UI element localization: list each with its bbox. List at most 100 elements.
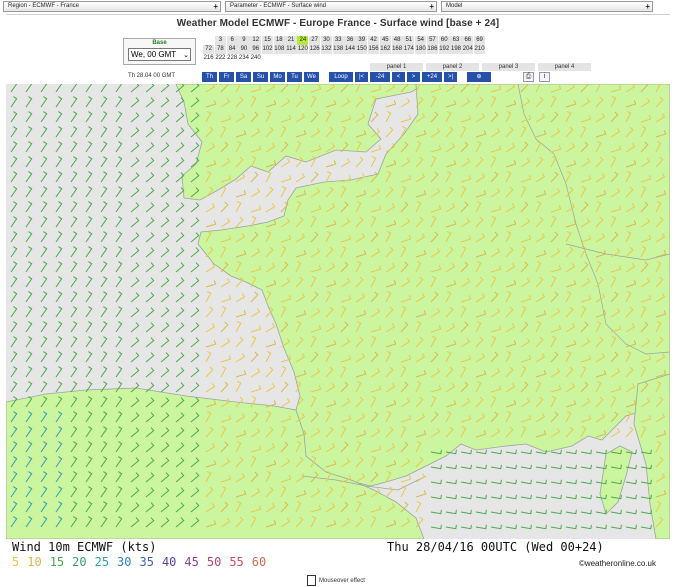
mouseover-toggle[interactable]: Mouseover effect (307, 575, 365, 586)
hour-cell[interactable]: 210 (473, 45, 486, 54)
info-icon[interactable]: i (539, 72, 550, 82)
hour-cell[interactable]: 150 (356, 45, 368, 54)
day-button-we[interactable]: We (304, 72, 319, 82)
hour-cell[interactable]: 78 (214, 45, 226, 54)
speed-scale-value: 5 (12, 555, 20, 569)
hour-cell[interactable]: 27 (309, 36, 321, 45)
hour-cell[interactable]: 66 (462, 36, 474, 45)
hour-cell[interactable]: 42 (367, 36, 380, 45)
mouseover-checkbox[interactable] (307, 575, 316, 586)
hour-cell[interactable]: 69 (473, 36, 486, 45)
hour-cell[interactable]: 39 (356, 36, 368, 45)
hour-cell[interactable]: 240 (250, 54, 261, 63)
speed-scale-value: 50 (206, 555, 222, 569)
hour-cell[interactable]: 9 (238, 36, 250, 45)
day-button-th[interactable]: Th (202, 72, 217, 82)
day-button-fr[interactable]: Fr (219, 72, 234, 82)
first-button[interactable]: |< (355, 72, 368, 82)
hour-cell[interactable]: 120 (297, 45, 309, 54)
hour-row: 72 78 84 90 96 102 108 114 120 126 132 138 144 150 156… (203, 45, 559, 54)
hour-cell[interactable]: 36 (344, 36, 356, 45)
model-header-panel: Weather Model ECMWF - Europe France - Su… (6, 14, 670, 84)
legend-title: Wind 10m ECMWF (kts) (12, 540, 157, 554)
hour-cell[interactable]: 216 (203, 54, 214, 63)
speed-scale-value: 10 (27, 555, 42, 569)
speed-scale-value: 35 (139, 555, 154, 569)
hour-cell[interactable]: 6 (226, 36, 238, 45)
hour-cell[interactable]: 3 (214, 36, 226, 45)
speed-scale-value: 25 (94, 555, 110, 569)
parameter-dropdown-label: Parameter - ECMWF - Surface wind (230, 3, 327, 9)
hour-cell[interactable]: 156 (367, 45, 380, 54)
hour-cell-empty (203, 36, 214, 45)
day-button-su[interactable]: Su (253, 72, 268, 82)
model-dropdown-label: Model (446, 3, 463, 9)
panel-2-button[interactable]: panel 2 (426, 63, 479, 71)
region-dropdown[interactable]: Region - ECMWF - France + (3, 1, 221, 12)
speed-scale-value: 60 (251, 555, 267, 569)
hour-cell[interactable]: 234 (238, 54, 249, 63)
hour-cell[interactable]: 90 (238, 45, 250, 54)
panel-3-button[interactable]: panel 3 (482, 63, 535, 71)
print-icon[interactable]: ⎙ (523, 72, 534, 82)
hour-cell[interactable]: 30 (320, 36, 332, 45)
loop-button[interactable]: Loop (329, 72, 353, 82)
hour-cell[interactable]: 138 (332, 45, 344, 54)
hour-cell[interactable]: 192 (438, 45, 450, 54)
hour-cell[interactable]: 18 (273, 36, 285, 45)
last-button[interactable]: >| (444, 72, 457, 82)
forecast-hour-grid: 3 6 9 12 15 18 21 24 27 30 33 36 39 42 45 48 51 54 57 60 63 6… (203, 36, 559, 63)
map-legend: Wind 10m ECMWF (kts) Thu 28/04/16 00UTC … (12, 540, 672, 570)
hour-cell[interactable]: 228 (227, 54, 238, 63)
base-select[interactable]: We, 00 GMT ⌄ (128, 48, 191, 61)
panel-4-button[interactable]: panel 4 (538, 63, 591, 71)
hour-cell[interactable]: 222 (215, 54, 226, 63)
wind-map-canvas (6, 84, 670, 539)
hour-cell[interactable]: 162 (379, 45, 391, 54)
hour-cell[interactable]: 186 (426, 45, 439, 54)
zoom-icon[interactable]: ⊕ (467, 72, 491, 82)
speed-scale-value: 55 (229, 555, 244, 569)
parameter-dropdown[interactable]: Parameter - ECMWF - Surface wind + (225, 1, 437, 12)
hour-cell[interactable]: 33 (332, 36, 344, 45)
hour-cell[interactable]: 51 (403, 36, 415, 45)
hour-cell[interactable]: 132 (320, 45, 332, 54)
prev-button[interactable]: < (392, 72, 405, 82)
panel-1-button[interactable]: panel 1 (370, 63, 423, 71)
day-button-mo[interactable]: Mo (270, 72, 285, 82)
hour-cell[interactable]: 168 (391, 45, 403, 54)
hour-cell[interactable]: 204 (462, 45, 474, 54)
hour-cell[interactable]: 96 (250, 45, 262, 54)
hour-row: 3 6 9 12 15 18 21 24 27 30 33 36 39 42 45 48 51 54 57 60 63 6… (203, 36, 559, 45)
wind-map[interactable] (6, 84, 670, 539)
panel-buttons: panel 1 panel 2 panel 3 panel 4 (370, 63, 591, 71)
hour-cell[interactable]: 84 (226, 45, 238, 54)
hour-cell[interactable]: 144 (344, 45, 356, 54)
hour-cell[interactable]: 180 (415, 45, 427, 54)
forward-24-button[interactable]: +24 (422, 72, 442, 82)
speed-scale-value: 30 (117, 555, 132, 569)
hour-cell[interactable]: 108 (273, 45, 285, 54)
hour-cell[interactable]: 12 (250, 36, 262, 45)
day-button-tu[interactable]: Tu (287, 72, 302, 82)
hour-cell[interactable]: 24 (297, 36, 309, 45)
next-button[interactable]: > (407, 72, 420, 82)
back-24-button[interactable]: -24 (370, 72, 390, 82)
hour-cell[interactable]: 126 (309, 45, 321, 54)
hour-cell[interactable]: 21 (285, 36, 297, 45)
hour-cell[interactable]: 57 (426, 36, 439, 45)
hour-cell[interactable]: 174 (403, 45, 415, 54)
model-dropdown[interactable]: Model + (441, 1, 653, 12)
hour-cell[interactable]: 54 (415, 36, 427, 45)
day-button-sa[interactable]: Sa (236, 72, 251, 82)
hour-cell[interactable]: 45 (379, 36, 391, 45)
hour-cell[interactable]: 48 (391, 36, 403, 45)
hour-cell[interactable]: 72 (203, 45, 215, 54)
hour-cell[interactable]: 60 (438, 36, 450, 45)
hour-cell[interactable]: 102 (261, 45, 274, 54)
hour-cell[interactable]: 63 (450, 36, 462, 45)
credit-text: ©weatheronline.co.uk (578, 559, 656, 568)
hour-cell[interactable]: 198 (450, 45, 462, 54)
hour-cell[interactable]: 114 (285, 45, 297, 54)
hour-cell[interactable]: 15 (261, 36, 274, 45)
